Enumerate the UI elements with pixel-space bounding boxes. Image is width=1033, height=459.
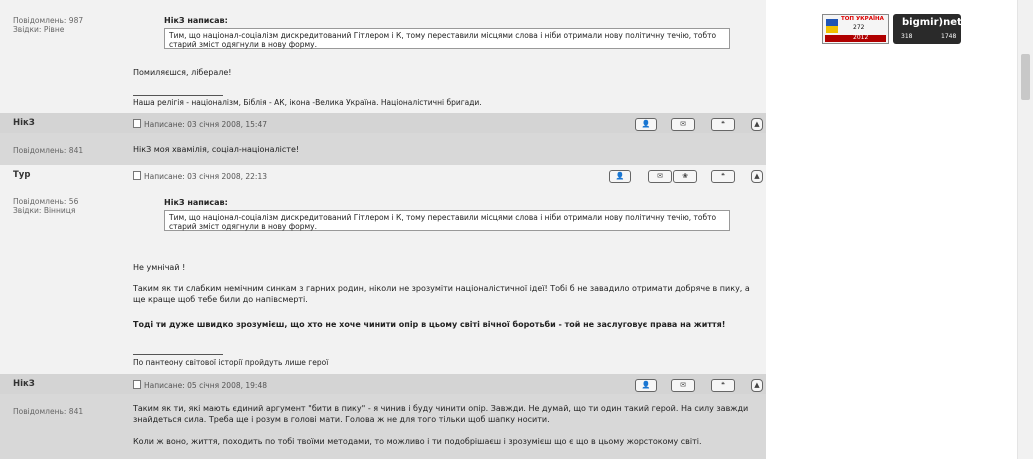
post-4-text-2: Коли ж воно, життя, походить по тобі тво… [133,437,702,446]
back-to-top-button[interactable]: ▲ [751,379,763,392]
post-3-quote: Тим, що націонал-соціалізм дискредитован… [164,210,730,231]
post-icon [133,119,141,128]
back-to-top-button[interactable]: ▲ [751,170,763,183]
post-4-date: Написане: 05 січня 2008, 19:48 [133,380,267,390]
quote-button[interactable]: ❝ [711,118,735,131]
post-3-sig-line [133,354,223,355]
post-3-text-2: Таким як ти слабким немічним синкам з га… [133,284,750,304]
post-1-text: Помиляєшся, ліберале! [133,68,232,77]
post-2-date: Написане: 03 січня 2008, 15:47 [133,119,267,129]
post-4-date-text: Написане: 05 січня 2008, 19:48 [144,381,267,390]
flag-icon [826,19,838,26]
post-3-body: Повідомлень: 56 Звідки: Вінниця НікЗ нап… [0,185,766,374]
post-4-header: НікЗ Написане: 05 січня 2008, 19:48 👤 ✉ … [0,374,766,394]
post-4-text-1: Таким як ти, які мають єдиний аргумент "… [133,404,749,424]
flag-icon-lower [826,26,838,33]
quote-button[interactable]: ❝ [711,170,735,183]
post-4-author[interactable]: НікЗ [13,379,35,389]
top-ukraine-today: 272 [853,24,865,31]
post-1-count: Повідомлень: 987 [13,16,84,25]
post-3-date-text: Написане: 03 січня 2008, 22:13 [144,172,267,181]
scrollbar-thumb[interactable] [1021,54,1030,100]
post-3-from: Звідки: Вінниця [13,206,76,215]
pm-button[interactable]: ✉ [671,118,695,131]
post-4-count: Повідомлень: 841 [13,407,84,416]
post-1-sig-line [133,95,223,96]
post-1-from: Звідки: Рівне [13,25,65,34]
post-1-signature: Наша релігія - націоналізм, Біблія - АК,… [133,98,482,107]
post-3-text-3: Тоді ти дуже швидко зрозумієш, що хто не… [133,320,726,329]
post-1-quote-title: НікЗ написав: [164,16,228,25]
pm-button[interactable]: ✉ [671,379,695,392]
top-ukraine-counter[interactable]: ТОП УКРАЇНА 272 2012 [822,14,889,44]
post-2-header: НікЗ Написане: 03 січня 2008, 15:47 👤 ✉ … [0,113,766,133]
bigmir-logo: bigmir)net [902,17,962,28]
profile-button[interactable]: 👤 [635,118,657,131]
post-2-author[interactable]: НікЗ [13,118,35,128]
profile-button[interactable]: 👤 [609,170,631,183]
www-button[interactable]: ❀ [673,170,697,183]
post-icon [133,380,141,389]
post-3-header: Тур Написане: 03 січня 2008, 22:13 👤 ✉ ❀… [0,165,766,185]
top-ukraine-title: ТОП УКРАЇНА [841,16,884,22]
post-1-body: Повідомлень: 987 Звідки: Рівне НікЗ напи… [0,0,766,113]
profile-button[interactable]: 👤 [635,379,657,392]
right-sidebar [766,0,1017,459]
post-3-text-1: Не умнічай ! [133,263,186,272]
vertical-scrollbar[interactable] [1017,0,1033,459]
post-3-signature: По пантеону світової історії пройдуть ли… [133,358,329,367]
post-4-body: Повідомлень: 841 Таким як ти, які мають … [0,394,766,459]
back-to-top-button[interactable]: ▲ [751,118,763,131]
post-2-date-text: Написане: 03 січня 2008, 15:47 [144,120,267,129]
post-icon [133,171,141,180]
post-3-count: Повідомлень: 56 [13,197,79,206]
bigmir-hits: 1748 [941,33,957,40]
post-3-author[interactable]: Тур [13,170,30,180]
post-1-quote: Тим, що націонал-соціалізм дискредитован… [164,28,730,49]
forum-thread: Повідомлень: 987 Звідки: Рівне НікЗ напи… [0,0,766,459]
pm-button[interactable]: ✉ [648,170,672,183]
bigmir-visits: 318 [901,33,913,40]
post-2-text: НікЗ моя хвамілія, соціал-націоналісте! [133,145,300,154]
quote-button[interactable]: ❝ [711,379,735,392]
post-2-count: Повідомлень: 841 [13,146,84,155]
post-3-quote-title: НікЗ написав: [164,198,228,207]
post-3-date: Написане: 03 січня 2008, 22:13 [133,171,267,181]
post-2-body: Повідомлень: 841 НікЗ моя хвамілія, соці… [0,133,766,165]
top-ukraine-total: 2012 [853,34,869,41]
bigmir-counter[interactable]: bigmir)net 318 1748 [893,14,962,44]
